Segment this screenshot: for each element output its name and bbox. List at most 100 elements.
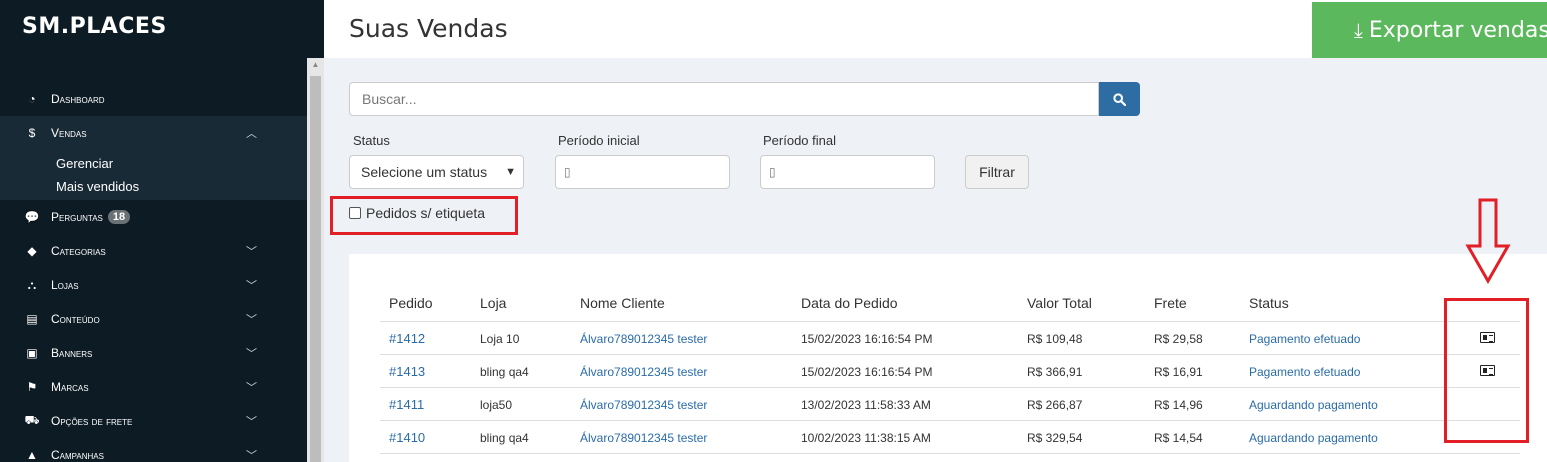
sidebar-item-label: Dashboard	[51, 92, 105, 106]
scroll-up-arrow-icon[interactable]: ▲	[307, 60, 324, 72]
sitemap-icon: ⛬	[27, 277, 37, 292]
sidebar-item-marcas[interactable]: ⚑ Marcas ﹀	[0, 370, 307, 404]
dollar-icon: $	[28, 126, 36, 140]
table-row-divider	[380, 420, 1520, 421]
status-link[interactable]: Pagamento efetuado	[1249, 332, 1360, 346]
column-header-valor-total[interactable]: Valor Total	[1027, 295, 1092, 311]
sidebar-item-perguntas[interactable]: 💬 Perguntas 18	[0, 200, 307, 234]
order-number-link[interactable]: #1413	[389, 364, 425, 379]
sidebar-item-dashboard[interactable]: ◔ Dashboard	[0, 82, 307, 116]
sidebar-item-label: Campanhas	[51, 448, 104, 462]
sidebar-item-label: Opções de frete	[51, 414, 133, 428]
store-cell: loja50	[480, 398, 513, 412]
column-header-frete[interactable]: Frete	[1154, 295, 1187, 311]
sidebar-item-label: Lojas	[51, 278, 79, 292]
shipping-cell: R$ 29,58	[1154, 332, 1203, 346]
order-number-link[interactable]: #1410	[389, 430, 425, 445]
store-cell: bling qa4	[480, 431, 529, 445]
sidebar-item-label: Marcas	[51, 380, 89, 394]
status-link[interactable]: Pagamento efetuado	[1249, 365, 1360, 379]
image-icon: ▣	[26, 346, 38, 360]
sidebar-item-conteudo[interactable]: ▤ Conteúdo ﹀	[0, 302, 307, 336]
start-date-input[interactable]: ▯	[555, 155, 730, 189]
tag-icon: ◆	[27, 244, 37, 258]
order-date-cell: 15/02/2023 16:16:54 PM	[801, 365, 933, 379]
status-select-value: Selecione um status	[361, 164, 488, 180]
status-link[interactable]: Aguardando pagamento	[1249, 398, 1378, 412]
sidebar-item-banners[interactable]: ▣ Banners ﹀	[0, 336, 307, 370]
status-link[interactable]: Aguardando pagamento	[1249, 431, 1378, 445]
order-number-link[interactable]: #1411	[389, 397, 424, 412]
dashboard-icon: ◔	[28, 92, 36, 106]
export-sales-button[interactable]: ⤓ Exportar vendas	[1312, 2, 1547, 58]
chevron-up-icon: ︿	[246, 128, 257, 140]
table-row-divider	[380, 387, 1520, 388]
sidebar-item-vendas[interactable]: $ Vendas ︿	[0, 116, 307, 150]
table-row-divider	[380, 354, 1520, 355]
annotation-down-arrow-icon	[1465, 198, 1511, 284]
total-value-cell: R$ 329,54	[1027, 431, 1083, 445]
column-header-pedido[interactable]: Pedido	[389, 295, 433, 311]
chevron-down-icon: ▼	[505, 166, 516, 178]
customer-link[interactable]: Álvaro789012345 tester	[580, 365, 707, 379]
download-icon: ⤓	[1354, 18, 1363, 42]
chevron-down-icon: ﹀	[246, 280, 257, 292]
sidebar-item-label: Categorias	[51, 244, 106, 258]
comments-icon: 💬	[24, 210, 40, 224]
chevron-down-icon: ﹀	[246, 246, 257, 258]
chevron-down-icon: ﹀	[246, 314, 257, 326]
chevron-down-icon: ﹀	[246, 348, 257, 360]
chevron-down-icon: ﹀	[246, 416, 257, 428]
status-label: Status	[353, 133, 390, 148]
total-value-cell: R$ 109,48	[1027, 332, 1083, 346]
sidebar-scrollbar[interactable]: ▲	[307, 58, 324, 462]
sidebar-item-label: Perguntas	[51, 210, 103, 224]
sidebar-item-lojas[interactable]: ⛬ Lojas ﹀	[0, 268, 307, 302]
start-date-label: Período inicial	[558, 133, 640, 148]
search-input[interactable]	[349, 82, 1099, 116]
total-value-cell: R$ 366,91	[1027, 365, 1083, 379]
sidebar-item-categorias[interactable]: ◆ Categorias ﹀	[0, 234, 307, 268]
column-header-loja[interactable]: Loja	[480, 295, 506, 311]
annotation-highlight-label-column	[1444, 298, 1529, 443]
customer-link[interactable]: Álvaro789012345 tester	[580, 332, 707, 346]
end-date-input[interactable]: ▯	[760, 155, 935, 189]
export-sales-label: Exportar vendas	[1368, 17, 1547, 43]
column-header-nome-cliente[interactable]: Nome Cliente	[580, 295, 665, 311]
sidebar-item-opcoes-frete[interactable]: ⛟ Opções de frete ﹀	[0, 404, 307, 438]
annotation-highlight-checkbox	[330, 196, 518, 235]
sidebar-item-campanhas[interactable]: ▲ Campanhas ﹀	[0, 438, 307, 462]
table-row-divider	[380, 453, 1520, 454]
scrollbar-thumb[interactable]	[310, 76, 321, 462]
search-button[interactable]	[1099, 82, 1140, 116]
questions-count-badge: 18	[107, 210, 131, 224]
customer-link[interactable]: Álvaro789012345 tester	[580, 431, 707, 445]
sidebar-subitem-mais-vendidos[interactable]: Mais vendidos	[56, 175, 307, 198]
chevron-down-icon: ﹀	[246, 450, 257, 462]
sidebar-subitem-gerenciar[interactable]: Gerenciar	[56, 152, 307, 175]
file-icon: ▤	[26, 312, 38, 326]
store-cell: Loja 10	[480, 332, 520, 346]
sidebar-item-label: Conteúdo	[51, 312, 100, 326]
page-title: Suas Vendas	[349, 14, 508, 43]
order-number-link[interactable]: #1412	[389, 331, 425, 346]
status-select[interactable]: Selecione um status ▼	[349, 155, 524, 189]
brand-logo[interactable]: SM.PLACES	[0, 0, 307, 58]
order-date-cell: 13/02/2023 11:58:33 AM	[801, 398, 931, 412]
table-row-divider	[380, 321, 1520, 322]
end-date-label: Período final	[763, 133, 836, 148]
customer-link[interactable]: Álvaro789012345 tester	[580, 398, 707, 412]
page-header: Suas Vendas ⤓ Exportar vendas	[324, 0, 1547, 58]
order-date-cell: 10/02/2023 11:38:15 AM	[801, 431, 931, 445]
chart-icon: ▲	[26, 448, 38, 462]
flag-icon: ⚑	[26, 380, 38, 394]
calendar-icon: ▯	[769, 165, 776, 179]
vendas-submenu: Gerenciar Mais vendidos	[0, 150, 307, 200]
column-header-status[interactable]: Status	[1249, 295, 1289, 311]
column-header-data[interactable]: Data do Pedido	[801, 295, 898, 311]
shipping-cell: R$ 14,54	[1154, 431, 1203, 445]
filter-button[interactable]: Filtrar	[965, 155, 1029, 189]
search-icon	[1113, 92, 1126, 106]
sidebar-nav: ◔ Dashboard $ Vendas ︿ Gerenciar Mais ve…	[0, 82, 307, 462]
sidebar-item-label: Vendas	[51, 126, 87, 140]
